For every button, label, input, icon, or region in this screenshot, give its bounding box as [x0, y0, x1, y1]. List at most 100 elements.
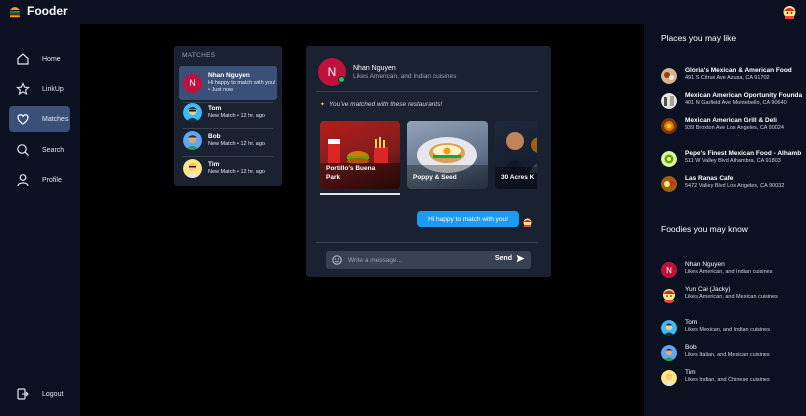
carousel-active-indicator [320, 193, 400, 195]
place-thumbnail [661, 176, 677, 192]
place-address: 511 W Valley Blvd Alhambra, CA 91803 [685, 158, 781, 164]
foodie-item[interactable]: N Nhan Nguyen Likes American, and Indian… [661, 261, 806, 278]
foodie-item[interactable]: Yun Cai (Jacky) Likes American, and Mexi… [661, 286, 806, 303]
send-button[interactable]: Send [495, 254, 525, 263]
place-address: 401 N Garfield Ave Montebello, CA 90640 [685, 100, 787, 106]
burger-logo-icon [10, 7, 20, 18]
restaurant-name: Portillo's Buena Park [326, 164, 376, 181]
message-composer: Send [326, 251, 531, 269]
nav-item-profile[interactable]: Profile [9, 167, 70, 193]
foodie-likes: Likes Mexican, and Indian cuisines [685, 327, 770, 333]
user-avatar[interactable] [783, 5, 796, 19]
place-item[interactable]: Las Ranas Cafe 5472 Valley Blvd Los Ange… [661, 175, 806, 192]
avatar [661, 287, 677, 303]
top-bar: Fooder [0, 0, 806, 24]
nav-item-label: LinkUp [42, 85, 64, 93]
place-thumbnail [661, 118, 677, 134]
avatar [661, 345, 677, 361]
foodie-item[interactable]: Tim Likes Indian, and Chinese cuisines [661, 369, 806, 386]
match-name: Tim [208, 160, 220, 168]
place-thumbnail [661, 151, 677, 167]
foodie-likes: Likes American, and Indian cuisines [685, 269, 773, 275]
sender-avatar [523, 218, 532, 227]
match-preview: Hi happy to match with you! • Just now [208, 80, 276, 93]
place-item[interactable]: Mexican American Grill & Deli 939 Broxto… [661, 117, 806, 134]
match-item-bob[interactable]: Bob New Match • 12 hr. ago [179, 126, 277, 154]
foodie-likes: Likes American, and Mexican cuisines [685, 294, 778, 300]
foodie-name: Bob [685, 344, 697, 351]
restaurant-card[interactable]: Portillo's Buena Park [320, 121, 400, 189]
matches-title: MATCHES [182, 52, 216, 59]
place-item[interactable]: Gloria's Mexican & American Food 491 S C… [661, 67, 806, 84]
foodie-item[interactable]: Tom Likes Mexican, and Indian cuisines [661, 319, 806, 336]
place-item[interactable]: Mexican American Oportunity Founda 401 N… [661, 92, 806, 109]
nav-item-label: Home [42, 55, 61, 63]
matches-panel: MATCHES N Nhan Nguyen Hi happy to match … [174, 46, 282, 186]
online-status-dot [338, 76, 345, 83]
matched-note-text: You've matched with these restaurants! [329, 101, 443, 108]
heart-icon [15, 111, 31, 127]
foodie-likes: Likes Italian, and Mexican cuisines [685, 352, 770, 358]
foodie-name: Nhan Nguyen [685, 261, 725, 268]
chat-panel: N Nhan Nguyen Likes American, and Indian… [306, 46, 551, 277]
logout-icon [15, 386, 31, 402]
chat-contact-name[interactable]: Nhan Nguyen [353, 65, 396, 72]
foodie-name: Tim [685, 369, 696, 376]
logout-label: Logout [42, 390, 64, 398]
app-title[interactable]: Fooder [27, 4, 68, 18]
place-name: Mexican American Grill & Deli [685, 117, 777, 124]
nav-item-matches[interactable]: Matches [9, 106, 70, 132]
places-title: Places you may like [661, 33, 737, 43]
match-item-nhan[interactable]: N Nhan Nguyen Hi happy to match with you… [179, 66, 277, 100]
foodie-name: Yun Cai (Jacky) [685, 286, 731, 293]
place-name: Gloria's Mexican & American Food [685, 67, 792, 74]
restaurant-carousel[interactable]: Portillo's Buena Park Poppy & Seed 30 Ac… [320, 121, 537, 196]
home-icon [15, 51, 31, 67]
send-icon [516, 254, 525, 263]
message-input[interactable] [348, 256, 488, 264]
divider [316, 242, 538, 243]
foodies-title: Foodies you may know [661, 224, 748, 234]
place-name: Pepe's Finest Mexican Food - Alhamb [685, 150, 802, 157]
nav-item-linkup[interactable]: LinkUp [9, 76, 70, 102]
logout-button[interactable]: Logout [9, 381, 70, 407]
place-thumbnail [661, 93, 677, 109]
place-thumbnail [661, 68, 677, 84]
place-address: 491 S Citrus Ave Azusa, CA 91702 [685, 75, 770, 81]
restaurant-name: Poppy & Seed [413, 173, 457, 181]
match-item-tom[interactable]: Tom New Match • 12 hr. ago [179, 98, 277, 126]
match-name: Bob [208, 132, 221, 140]
place-item[interactable]: Pepe's Finest Mexican Food - Alhamb 511 … [661, 150, 806, 167]
place-name: Mexican American Oportunity Founda [685, 92, 803, 99]
matched-restaurants-note: ✦ You've matched with these restaurants! [320, 101, 442, 108]
place-address: 5472 Valley Blvd Los Angeles, CA 90032 [685, 183, 785, 189]
foodie-name: Tom [685, 319, 698, 326]
match-preview: New Match • 12 hr. ago [208, 112, 265, 119]
nav-item-search[interactable]: Search [9, 137, 70, 163]
match-preview: New Match • 12 hr. ago [208, 140, 265, 147]
restaurant-name: 30 Acres K [501, 173, 535, 181]
avatar: N [183, 73, 202, 93]
message-bubble: Hi happy to match with you! [417, 211, 519, 227]
search-icon [15, 142, 31, 158]
nav-item-label: Profile [42, 176, 62, 184]
avatar [661, 320, 677, 336]
avatar [183, 158, 202, 178]
match-name: Nhan Nguyen [208, 72, 250, 80]
nav-item-label: Search [42, 146, 65, 154]
nav-item-home[interactable]: Home [9, 46, 70, 72]
match-name: Tom [208, 104, 222, 112]
emoji-icon[interactable] [332, 255, 342, 265]
party-icon: ✦ [320, 102, 326, 108]
chat-contact-likes: Likes American, and Indian cuisines [353, 73, 457, 80]
send-label: Send [494, 255, 512, 262]
foodie-item[interactable]: Bob Likes Italian, and Mexican cuisines [661, 344, 806, 361]
avatar [661, 370, 677, 386]
match-item-tim[interactable]: Tim New Match • 12 hr. ago [179, 154, 277, 182]
right-panel: Places you may like Gloria's Mexican & A… [644, 24, 806, 416]
star-icon [15, 81, 31, 97]
restaurant-card[interactable]: 30 Acres K [495, 121, 537, 189]
match-preview: New Match • 12 hr. ago [208, 168, 265, 175]
restaurant-card[interactable]: Poppy & Seed [407, 121, 488, 189]
divider [316, 91, 538, 92]
